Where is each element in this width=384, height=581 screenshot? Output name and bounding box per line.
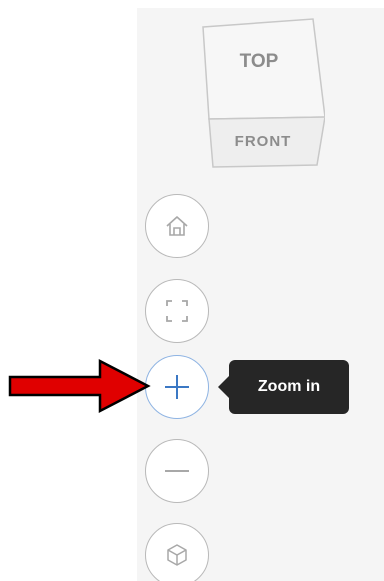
red-arrow-annotation: [8, 358, 154, 414]
orbit-button[interactable]: [145, 523, 209, 581]
zoom-in-button[interactable]: [145, 355, 209, 419]
arrow-icon: [8, 358, 151, 414]
fit-frame-icon: [166, 300, 188, 322]
home-button[interactable]: [145, 194, 209, 258]
viewcube-graphic[interactable]: TOP FRONT: [195, 15, 325, 175]
home-icon: [166, 216, 188, 236]
zoom-out-button[interactable]: [145, 439, 209, 503]
viewcube-top-label[interactable]: TOP: [240, 51, 279, 72]
viewcube-front-label[interactable]: FRONT: [235, 133, 292, 150]
fit-to-view-button[interactable]: [145, 279, 209, 343]
tooltip-text: Zoom in: [257, 378, 321, 395]
cube-orbit-icon: [167, 544, 187, 566]
page: TOP FRONT Zoom in: [0, 0, 384, 581]
minus-icon: [165, 470, 189, 472]
plus-icon: [165, 375, 189, 399]
zoom-in-tooltip: Zoom in: [218, 360, 349, 414]
viewcube[interactable]: TOP FRONT: [195, 15, 325, 175]
